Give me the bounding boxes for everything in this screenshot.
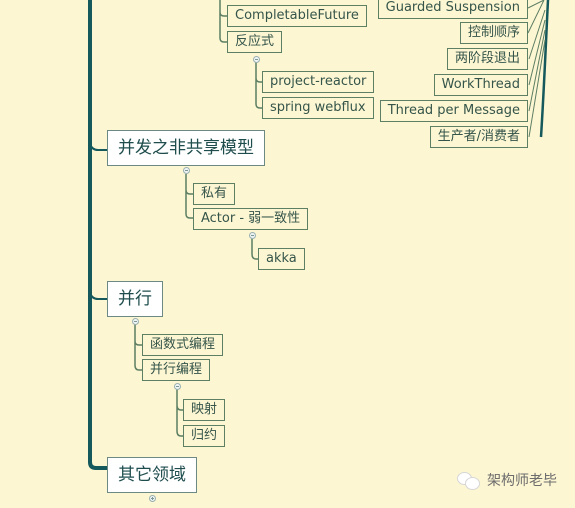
node-label: 反应式 xyxy=(235,34,275,49)
watermark: 架构师老毕 xyxy=(455,469,557,491)
node-completablefuture[interactable]: CompletableFuture xyxy=(227,5,367,27)
node-thread-per-message[interactable]: Thread per Message xyxy=(379,100,528,122)
node-label: 映射 xyxy=(191,402,218,417)
topic-parallel[interactable]: 并行 xyxy=(107,281,163,317)
watermark-text: 架构师老毕 xyxy=(487,473,557,489)
node-label: WorkThread xyxy=(441,77,520,92)
node-functional-programming[interactable]: 函数式编程 xyxy=(142,334,224,356)
collapse-toggle-reactive[interactable] xyxy=(253,56,260,63)
node-label: akka xyxy=(266,251,297,266)
topic-label: 其它领域 xyxy=(118,465,186,485)
expand-toggle-topic3[interactable] xyxy=(149,495,156,502)
node-label: 归约 xyxy=(191,428,218,443)
trunk-line xyxy=(88,0,107,470)
trunk-branch-2 xyxy=(89,292,107,300)
node-reduce[interactable]: 归约 xyxy=(183,425,226,447)
node-label: 私有 xyxy=(201,186,228,201)
node-control-order[interactable]: 控制顺序 xyxy=(459,22,528,44)
node-private[interactable]: 私有 xyxy=(193,183,236,205)
collapse-toggle-parallel-programming[interactable] xyxy=(174,383,181,390)
topic-label: 并行 xyxy=(118,289,152,309)
node-two-phase-exit[interactable]: 两阶段退出 xyxy=(446,48,528,70)
topic2-branch-line xyxy=(134,323,142,371)
node-label: 两阶段退出 xyxy=(454,51,520,66)
collapse-toggle-topic1[interactable] xyxy=(183,167,190,174)
right-fan-lines xyxy=(527,0,546,138)
topic1-branch-line xyxy=(185,174,193,219)
right-trunk-line xyxy=(539,0,550,138)
collapse-toggle-actor[interactable] xyxy=(249,232,256,239)
collapse-toggle-topic2[interactable] xyxy=(132,318,139,325)
node-label: 函数式编程 xyxy=(150,337,216,352)
node-parallel-programming[interactable]: 并行编程 xyxy=(142,359,211,381)
node-label: 并行编程 xyxy=(150,362,203,377)
topic-label: 并发之非共享模型 xyxy=(118,138,254,158)
mind-map-canvas: CompletableFuture 反应式 project-reactor sp… xyxy=(0,0,575,508)
node-label: project-reactor xyxy=(270,74,367,89)
node-akka[interactable]: akka xyxy=(258,248,305,270)
node-guarded-suspension[interactable]: Guarded Suspension xyxy=(377,0,528,19)
node-label: Guarded Suspension xyxy=(385,0,520,15)
node-label: Actor - 弱一致性 xyxy=(201,211,301,226)
node-reactive[interactable]: 反应式 xyxy=(227,31,283,53)
node-label: 生产者/消费者 xyxy=(437,129,520,144)
node-label: spring webflux xyxy=(270,100,366,115)
topic-other-fields[interactable]: 其它领域 xyxy=(107,457,197,493)
node-label: 控制顺序 xyxy=(467,25,520,40)
node-workthread[interactable]: WorkThread xyxy=(433,74,528,96)
node-spring-webflux[interactable]: spring webflux xyxy=(262,97,374,119)
node-project-reactor[interactable]: project-reactor xyxy=(262,71,375,93)
wechat-icon xyxy=(455,471,481,490)
node-producer-consumer[interactable]: 生产者/消费者 xyxy=(429,126,528,148)
node-map[interactable]: 映射 xyxy=(183,399,226,421)
node-label: CompletableFuture xyxy=(235,8,359,23)
trunk-branch-1 xyxy=(89,143,107,151)
topic-non-shared-model[interactable]: 并发之非共享模型 xyxy=(107,130,265,166)
node-label: Thread per Message xyxy=(387,103,520,118)
node-actor[interactable]: Actor - 弱一致性 xyxy=(193,208,309,230)
